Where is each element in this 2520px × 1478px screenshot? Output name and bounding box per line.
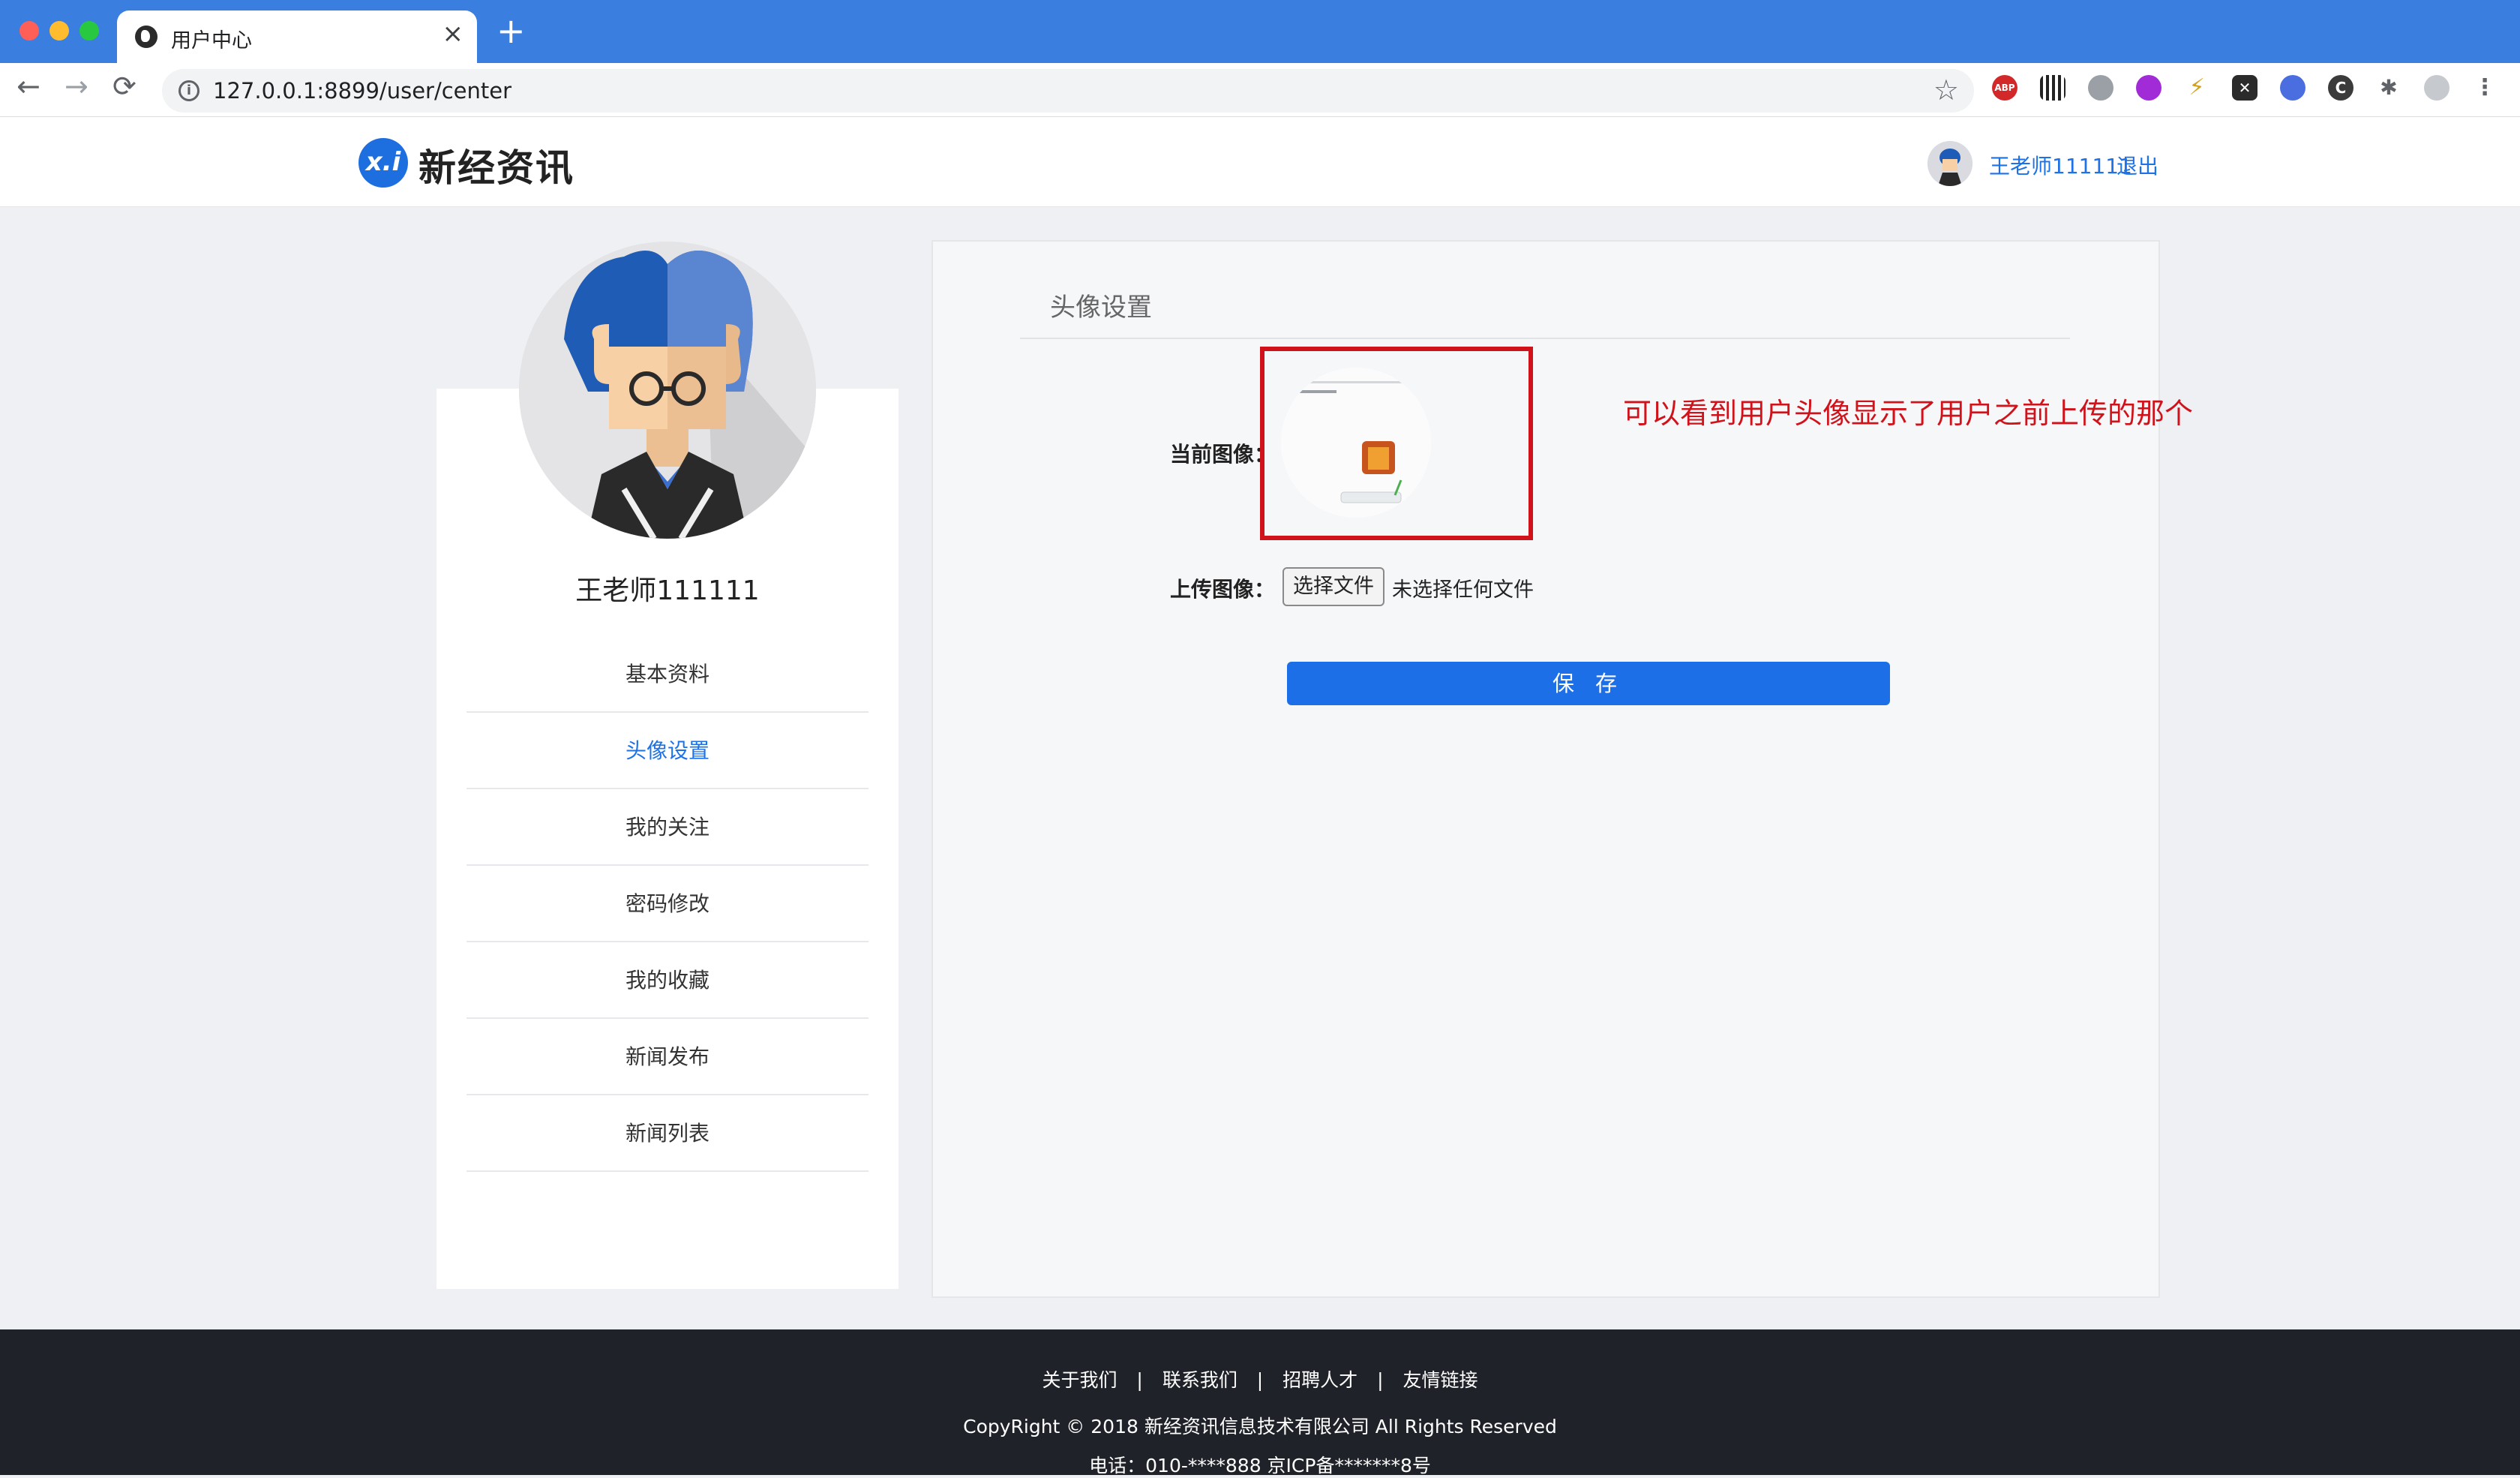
sidebar-item-publish-news[interactable]: 新闻发布 bbox=[466, 1019, 868, 1095]
logo-icon[interactable]: x.i bbox=[358, 138, 408, 188]
header-username-link[interactable]: 王老师111111 bbox=[1989, 150, 2132, 180]
reload-icon[interactable]: ⟳ bbox=[112, 72, 136, 101]
logo-text[interactable]: 新经资讯 bbox=[418, 138, 574, 192]
sidebar-item-my-favorites[interactable]: 我的收藏 bbox=[466, 942, 868, 1019]
translate-icon[interactable] bbox=[2280, 75, 2306, 101]
current-avatar-label: 当前图像： bbox=[1170, 442, 1276, 467]
close-tab-icon[interactable]: × bbox=[442, 21, 464, 47]
sidebar-item-avatar-settings[interactable]: 头像设置 bbox=[466, 713, 868, 789]
avatar-image bbox=[1928, 141, 1972, 186]
globe-icon bbox=[135, 26, 158, 48]
sidebar-menu: 基本资料 头像设置 我的关注 密码修改 我的收藏 新闻发布 新闻列表 bbox=[466, 636, 868, 1172]
address-bar[interactable]: i 127.0.0.1:8899/user/center ☆ bbox=[162, 69, 1974, 113]
logout-link[interactable]: 退出 bbox=[2116, 150, 2158, 180]
choose-file-button[interactable]: 选择文件 bbox=[1282, 567, 1384, 606]
lightning-icon[interactable]: ⚡ bbox=[2184, 75, 2210, 101]
footer-copyright: CopyRight © 2018 新经资讯信息技术有限公司 All Rights… bbox=[963, 1416, 1557, 1437]
footer-links: 关于我们 | 联系我们 | 招聘人才 | 友情链接 bbox=[0, 1365, 2520, 1392]
footer-link-about[interactable]: 关于我们 bbox=[1042, 1369, 1117, 1391]
abp-icon[interactable]: ABP bbox=[1992, 75, 2018, 101]
panel-divider bbox=[1020, 338, 2070, 339]
puzzle-icon[interactable]: ✱ bbox=[2376, 75, 2402, 101]
sidebar-username: 王老师111111 bbox=[575, 575, 760, 606]
save-button[interactable]: 保 存 bbox=[1287, 662, 1890, 705]
header-avatar[interactable] bbox=[1928, 141, 1972, 186]
profile-icon[interactable] bbox=[2424, 75, 2450, 101]
footer-link-friends[interactable]: 友情链接 bbox=[1403, 1369, 1478, 1391]
minimize-window-button[interactable] bbox=[50, 21, 69, 41]
sidebar-item-basic-info[interactable]: 基本资料 bbox=[466, 636, 868, 713]
upload-avatar-label: 上传图像： bbox=[1170, 577, 1276, 602]
sidebar-item-news-list[interactable]: 新闻列表 bbox=[466, 1095, 868, 1172]
footer-separator: | bbox=[1256, 1369, 1264, 1391]
c-icon[interactable]: C bbox=[2328, 75, 2354, 101]
purple-circle-icon[interactable] bbox=[2136, 75, 2162, 101]
url-text[interactable]: 127.0.0.1:8899/user/center bbox=[213, 78, 512, 104]
footer-contact: 电话：010-****888 京ICP备*******8号 bbox=[1089, 1455, 1431, 1476]
site-header: x.i 新经资讯 王老师111111 退出 bbox=[0, 117, 2520, 207]
site-footer: 关于我们 | 联系我们 | 招聘人才 | 友情链接 CopyRight © 20… bbox=[0, 1329, 2520, 1476]
avatar-illustration bbox=[519, 242, 816, 539]
profile-avatar bbox=[519, 242, 816, 539]
browser-tab[interactable]: 用户中心 × bbox=[117, 11, 477, 65]
forward-arrow-icon[interactable]: → bbox=[64, 72, 88, 101]
tab-title: 用户中心 bbox=[171, 29, 252, 53]
sidebar-item-my-follows[interactable]: 我的关注 bbox=[466, 789, 868, 866]
annotation-highlight-box bbox=[1260, 347, 1533, 540]
annotation-text: 可以看到用户头像显示了用户之前上传的那个 bbox=[1623, 397, 2194, 430]
sidebar-item-change-password[interactable]: 密码修改 bbox=[466, 866, 868, 942]
footer-link-careers[interactable]: 招聘人才 bbox=[1282, 1369, 1358, 1391]
bookmark-star-icon[interactable]: ☆ bbox=[1934, 74, 1959, 107]
globe-icon[interactable] bbox=[2088, 75, 2114, 101]
info-icon[interactable]: i bbox=[178, 80, 200, 101]
footer-separator: | bbox=[1136, 1369, 1143, 1391]
new-tab-button[interactable]: + bbox=[496, 14, 526, 48]
x-icon[interactable]: ✕ bbox=[2232, 75, 2258, 101]
qr-code-icon[interactable] bbox=[2040, 75, 2066, 101]
back-arrow-icon[interactable]: ← bbox=[16, 72, 40, 101]
footer-separator: | bbox=[1377, 1369, 1384, 1391]
zoom-window-button[interactable] bbox=[80, 21, 99, 41]
browser-tab-bar: 用户中心 × + bbox=[0, 0, 2520, 65]
more-icon[interactable]: ⋮ bbox=[2472, 75, 2498, 101]
footer-link-contact[interactable]: 联系我们 bbox=[1162, 1369, 1238, 1391]
file-status-text: 未选择任何文件 bbox=[1392, 578, 1534, 602]
close-window-button[interactable] bbox=[20, 21, 39, 41]
panel-title: 头像设置 bbox=[1050, 293, 1152, 323]
